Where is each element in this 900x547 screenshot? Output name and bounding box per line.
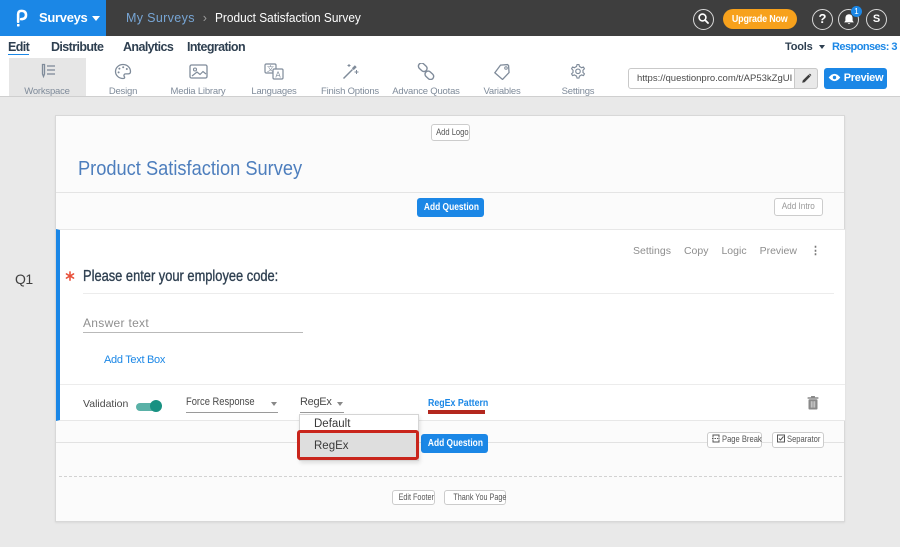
svg-text:文: 文 [267, 64, 274, 73]
svg-text:A: A [275, 71, 281, 80]
